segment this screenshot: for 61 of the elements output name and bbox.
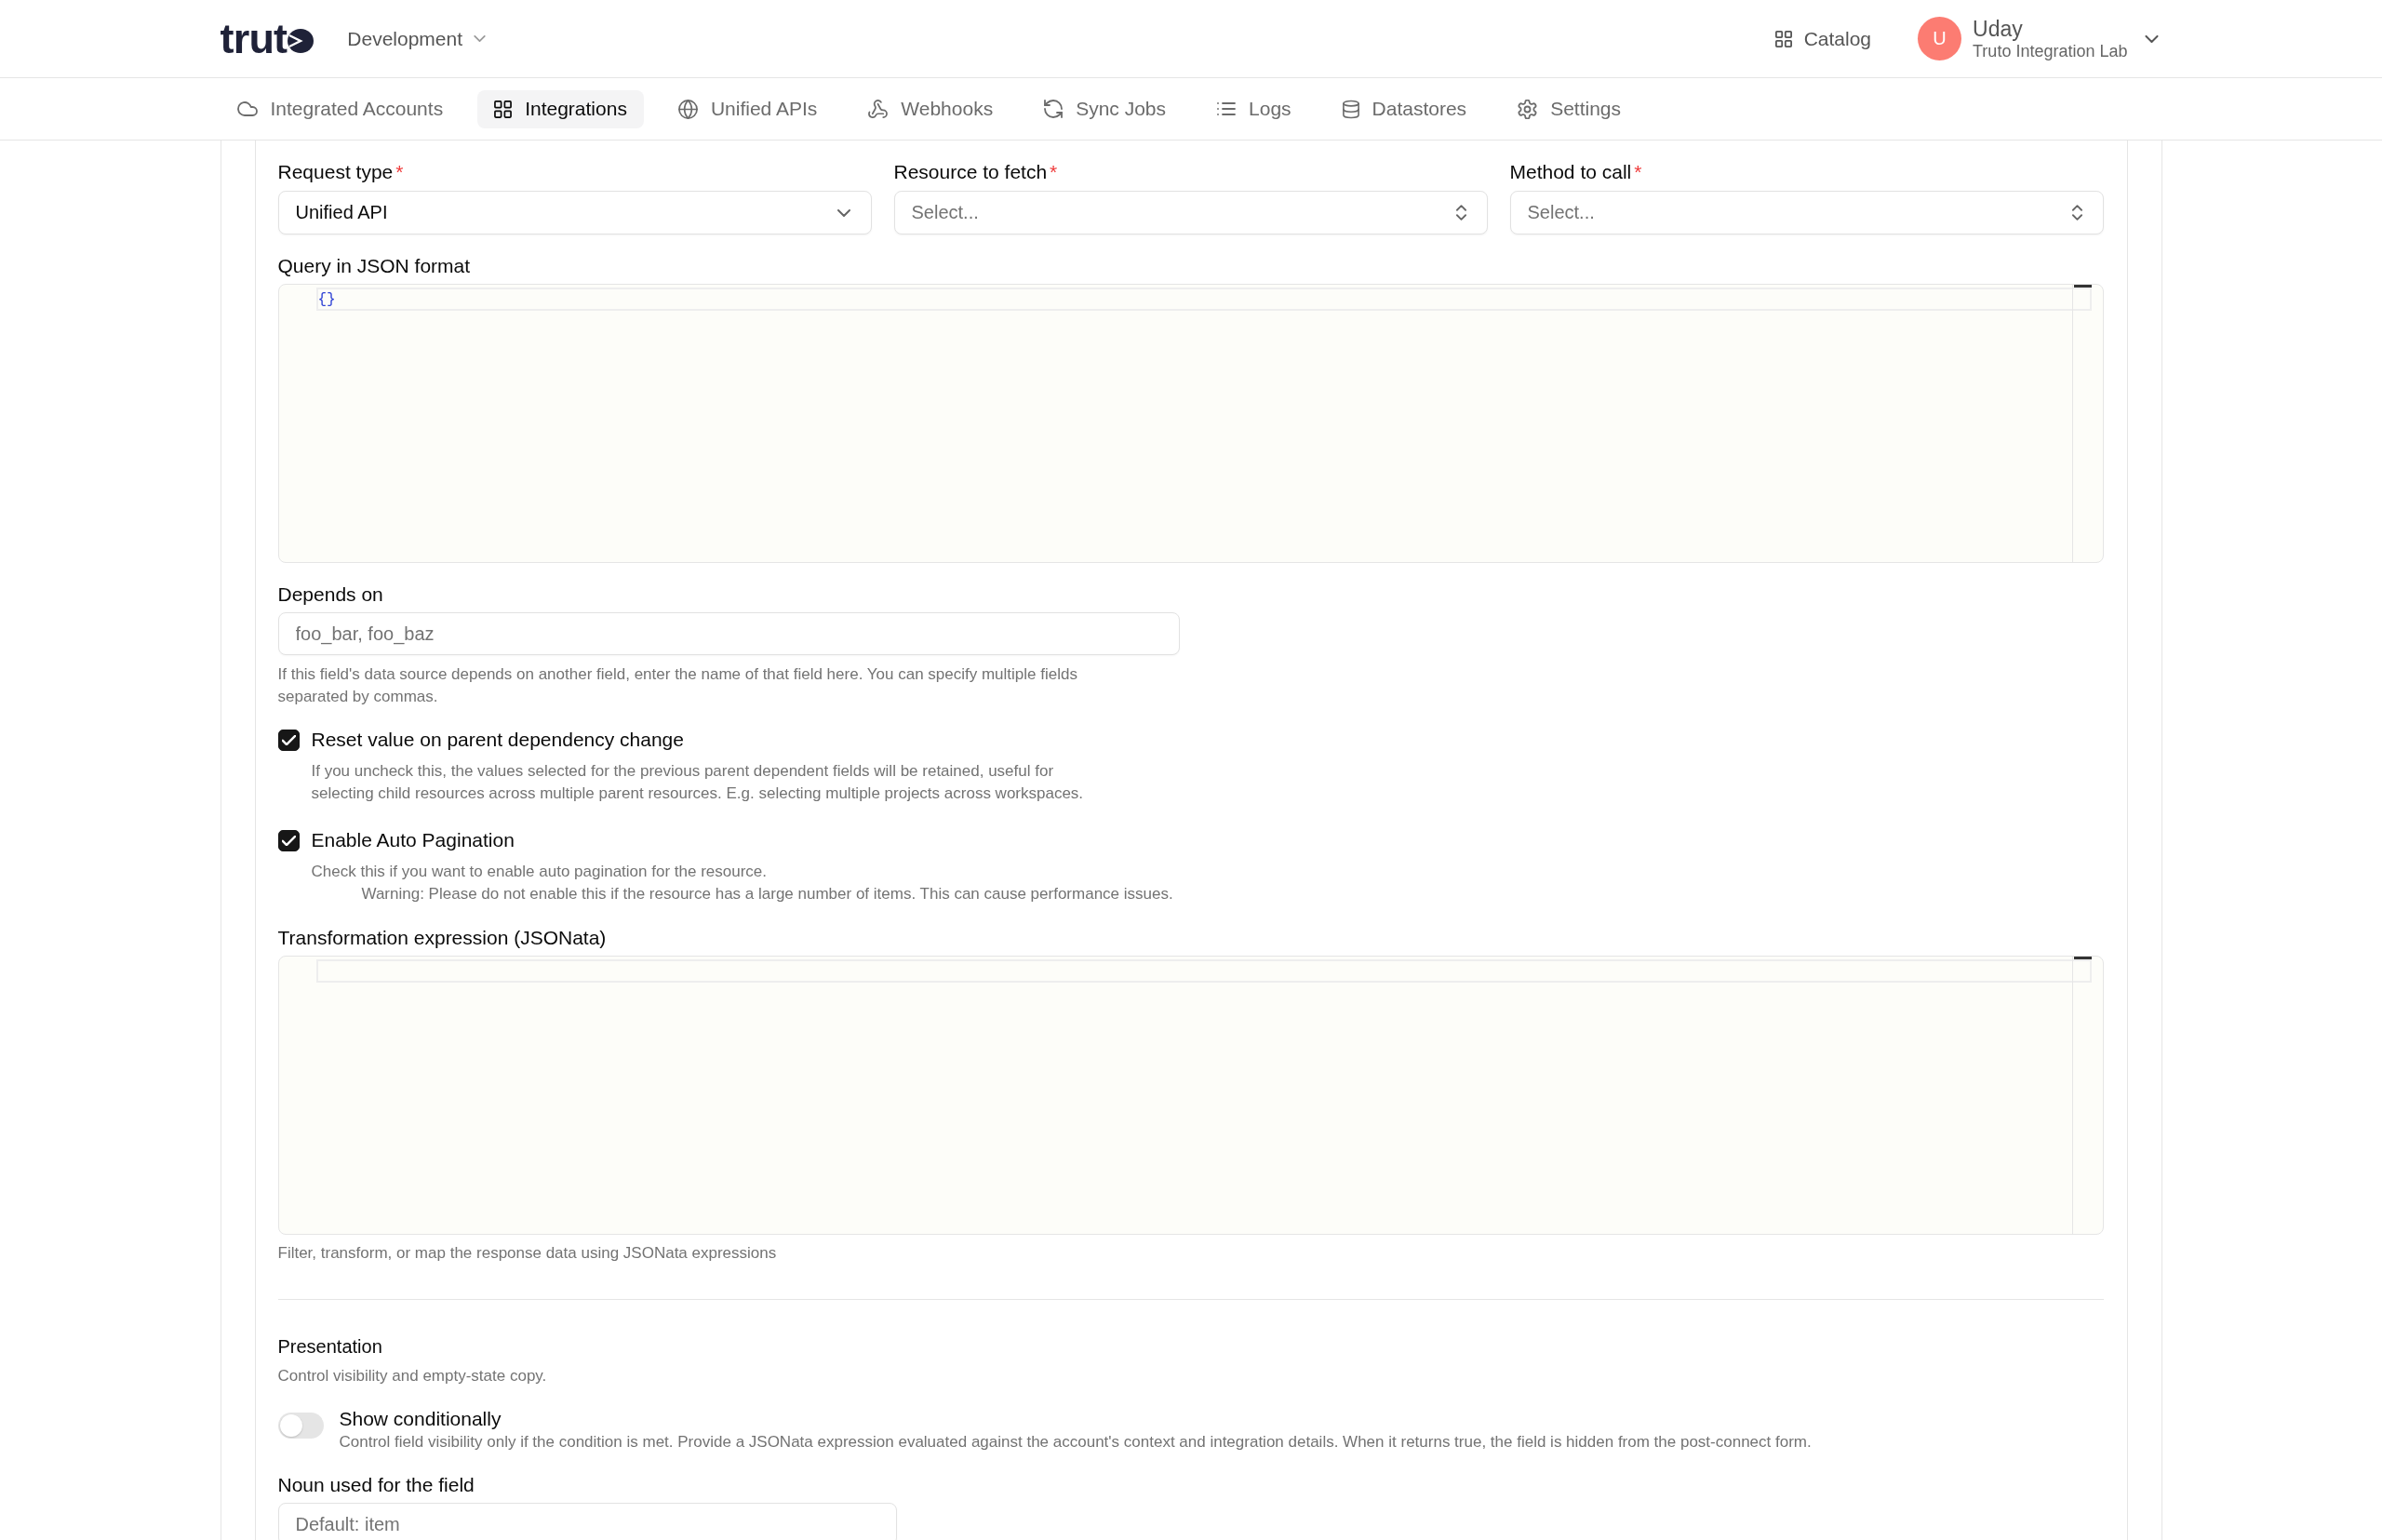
checkbox-label: Enable Auto Pagination bbox=[311, 828, 515, 852]
grid-icon bbox=[494, 100, 513, 118]
nav-tab[interactable]: Integrations bbox=[477, 89, 644, 128]
settings-icon bbox=[1518, 99, 1538, 119]
logo-mark-icon bbox=[288, 29, 314, 53]
help-text: If this field's data source depends on another field, enter the name of that field here. You can specify multiple fields separated by commas. bbox=[277, 664, 1078, 707]
help-text: Filter, transform, or map the response data using JSONata expressions bbox=[277, 1243, 778, 1264]
code-text: {} bbox=[317, 289, 336, 309]
select-field[interactable]: Select... bbox=[1509, 191, 2104, 234]
nav-tab[interactable]: Unified APIs bbox=[661, 89, 835, 128]
help-text: Check this if you want to enable auto pagination for the resource. bbox=[311, 862, 769, 882]
up-down-chevron-icon bbox=[2071, 205, 2082, 221]
globe-icon bbox=[677, 99, 698, 119]
field-label: Transformation expression (JSONata) bbox=[277, 926, 608, 950]
home-logo[interactable]: trut bbox=[220, 18, 314, 60]
code-editor[interactable]: {} bbox=[277, 284, 2104, 563]
input-field[interactable]: foo_bar, foo_baz bbox=[277, 612, 1180, 655]
input-field[interactable]: Default: item bbox=[277, 1503, 897, 1540]
toggle-switch[interactable] bbox=[277, 1413, 324, 1439]
field-label: Query in JSON format bbox=[277, 254, 472, 278]
nav-tab[interactable]: Webhooks bbox=[851, 89, 1010, 128]
select-field[interactable]: Unified API bbox=[277, 191, 872, 234]
field-label: Depends on bbox=[277, 583, 384, 607]
field-label: Method to call* bbox=[1509, 160, 1643, 184]
user-name: Uday bbox=[1973, 16, 2024, 41]
refresh-icon bbox=[1044, 100, 1064, 118]
cursor-marker-icon bbox=[2073, 957, 2092, 959]
nav-tab[interactable]: Integrated Accounts bbox=[220, 89, 461, 128]
warning-text: Warning: Please do not enable this if the resource has a large number of items. This can cause performance issues. bbox=[361, 884, 1174, 904]
organization-name: Truto Integration Lab bbox=[1973, 41, 2128, 61]
checkmark-icon bbox=[281, 835, 296, 846]
database-icon bbox=[1342, 99, 1359, 119]
up-down-chevron-icon bbox=[1455, 205, 1466, 221]
nav-tab[interactable]: Logs bbox=[1200, 89, 1308, 128]
section-description: Control visibility and empty-state copy. bbox=[277, 1366, 548, 1386]
user-avatar: U bbox=[1918, 17, 1962, 60]
toggle-label: Show conditionally bbox=[339, 1407, 502, 1431]
field-label: Noun used for the field bbox=[277, 1473, 475, 1497]
environment-switcher[interactable]: Development bbox=[347, 27, 486, 50]
caret-icon bbox=[2144, 34, 2159, 43]
caret-icon bbox=[474, 35, 486, 42]
cursor-marker-icon bbox=[2073, 285, 2092, 288]
list-icon bbox=[1217, 102, 1237, 115]
cloud-icon bbox=[236, 101, 258, 116]
catalog-button[interactable]: Catalog bbox=[1765, 21, 1881, 56]
help-text: If you uncheck this, the values selected for the previous parent dependent fields will be retained, useful for selecting child resources across multiple parent resources. E.g. selecting multiple projects across workspaces. bbox=[311, 761, 1085, 804]
field-label: Resource to fetch* bbox=[893, 160, 1059, 184]
webhook-icon bbox=[868, 99, 889, 119]
checkbox-label: Reset value on parent dependency change bbox=[311, 728, 684, 752]
help-text: Control field visibility only if the condition is met. Provide a JSONata expression evaluated against the account's context and integration details. When it returns true, the field is hidden from the post-connect form. bbox=[339, 1432, 1812, 1453]
select-field[interactable]: Select... bbox=[893, 191, 1488, 234]
checkmark-icon bbox=[281, 734, 296, 745]
nav-tab[interactable]: Settings bbox=[1501, 89, 1638, 128]
field-label: Request type* bbox=[277, 160, 405, 184]
caret-icon bbox=[836, 208, 850, 217]
checkbox[interactable] bbox=[277, 729, 300, 751]
checkbox[interactable] bbox=[277, 829, 300, 851]
nav-tab[interactable]: Datastores bbox=[1325, 89, 1484, 128]
grid-icon bbox=[1774, 30, 1792, 47]
section-title: Presentation bbox=[277, 1335, 383, 1359]
nav-tab[interactable]: Sync Jobs bbox=[1027, 89, 1184, 128]
